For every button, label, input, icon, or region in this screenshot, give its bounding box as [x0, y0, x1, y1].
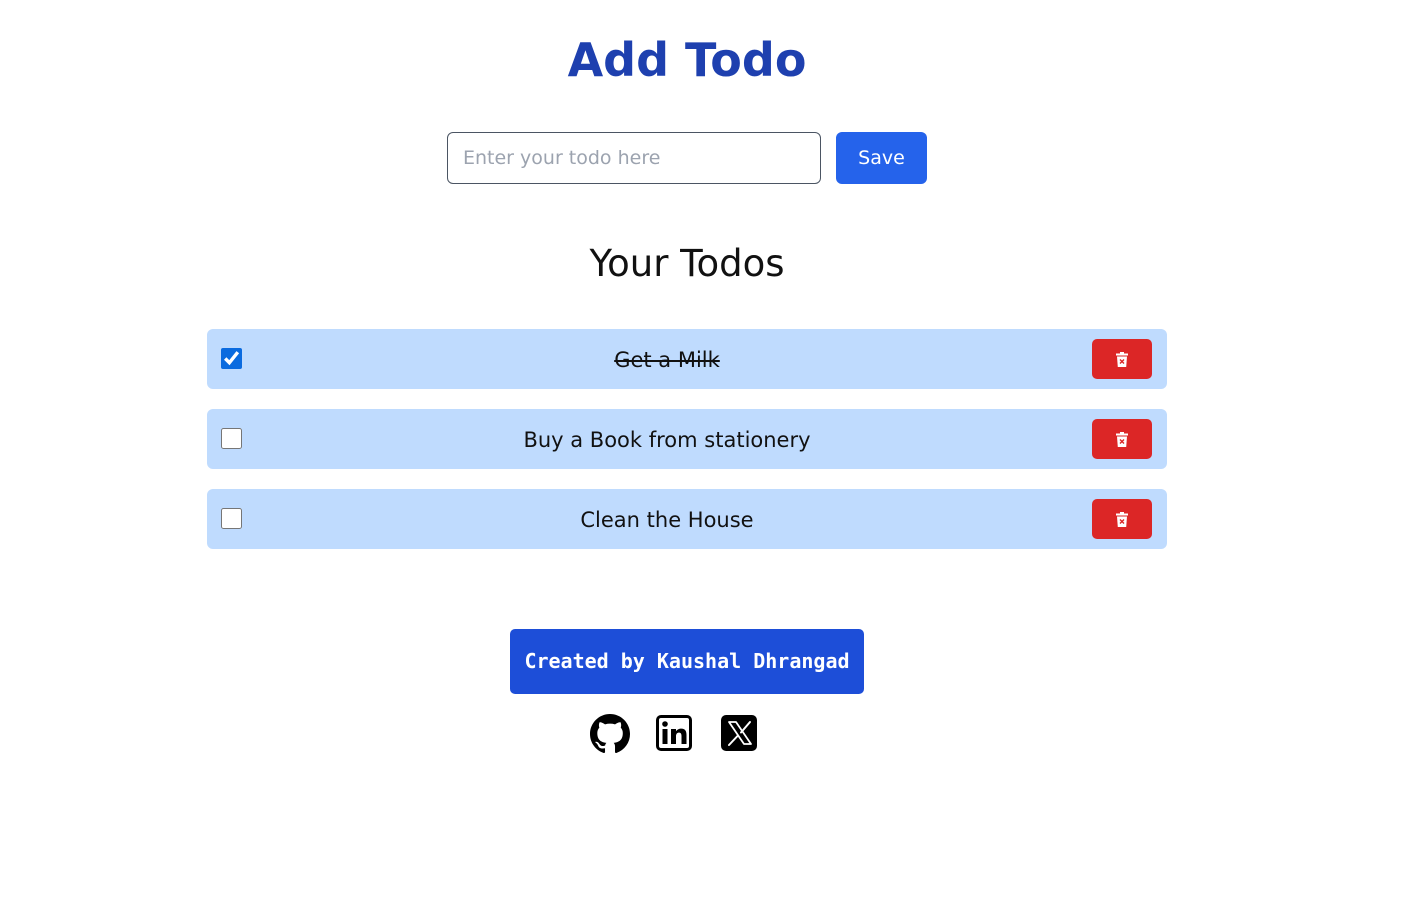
github-link[interactable] — [590, 714, 630, 754]
x-icon — [721, 715, 757, 751]
todo-text: Clean the House — [580, 508, 754, 532]
todo-input[interactable] — [447, 132, 821, 184]
linkedin-link[interactable] — [655, 714, 695, 754]
page-title: Add Todo — [567, 33, 807, 87]
x-link[interactable] — [720, 714, 760, 754]
delete-button[interactable] — [1092, 499, 1152, 539]
todos-heading: Your Todos — [589, 242, 785, 285]
credit-banner: Created by Kaushal Dhrangad — [510, 629, 864, 694]
todo-item: Get a Milk — [207, 329, 1167, 389]
todo-item: Buy a Book from stationery — [207, 409, 1167, 469]
trash-icon — [1116, 351, 1128, 367]
save-button[interactable]: Save — [836, 132, 927, 184]
todo-list: Get a Milk Buy a Book from stationery Cl… — [207, 329, 1167, 569]
trash-icon — [1116, 511, 1128, 527]
trash-icon — [1116, 431, 1128, 447]
linkedin-icon — [656, 715, 692, 751]
todo-item: Clean the House — [207, 489, 1167, 549]
todo-text: Buy a Book from stationery — [523, 428, 811, 452]
todo-text: Get a Milk — [614, 348, 720, 372]
delete-button[interactable] — [1092, 339, 1152, 379]
github-icon — [590, 714, 630, 754]
todo-app: Add Todo Save Your Todos Get a Milk Buy … — [0, 0, 1402, 904]
delete-button[interactable] — [1092, 419, 1152, 459]
